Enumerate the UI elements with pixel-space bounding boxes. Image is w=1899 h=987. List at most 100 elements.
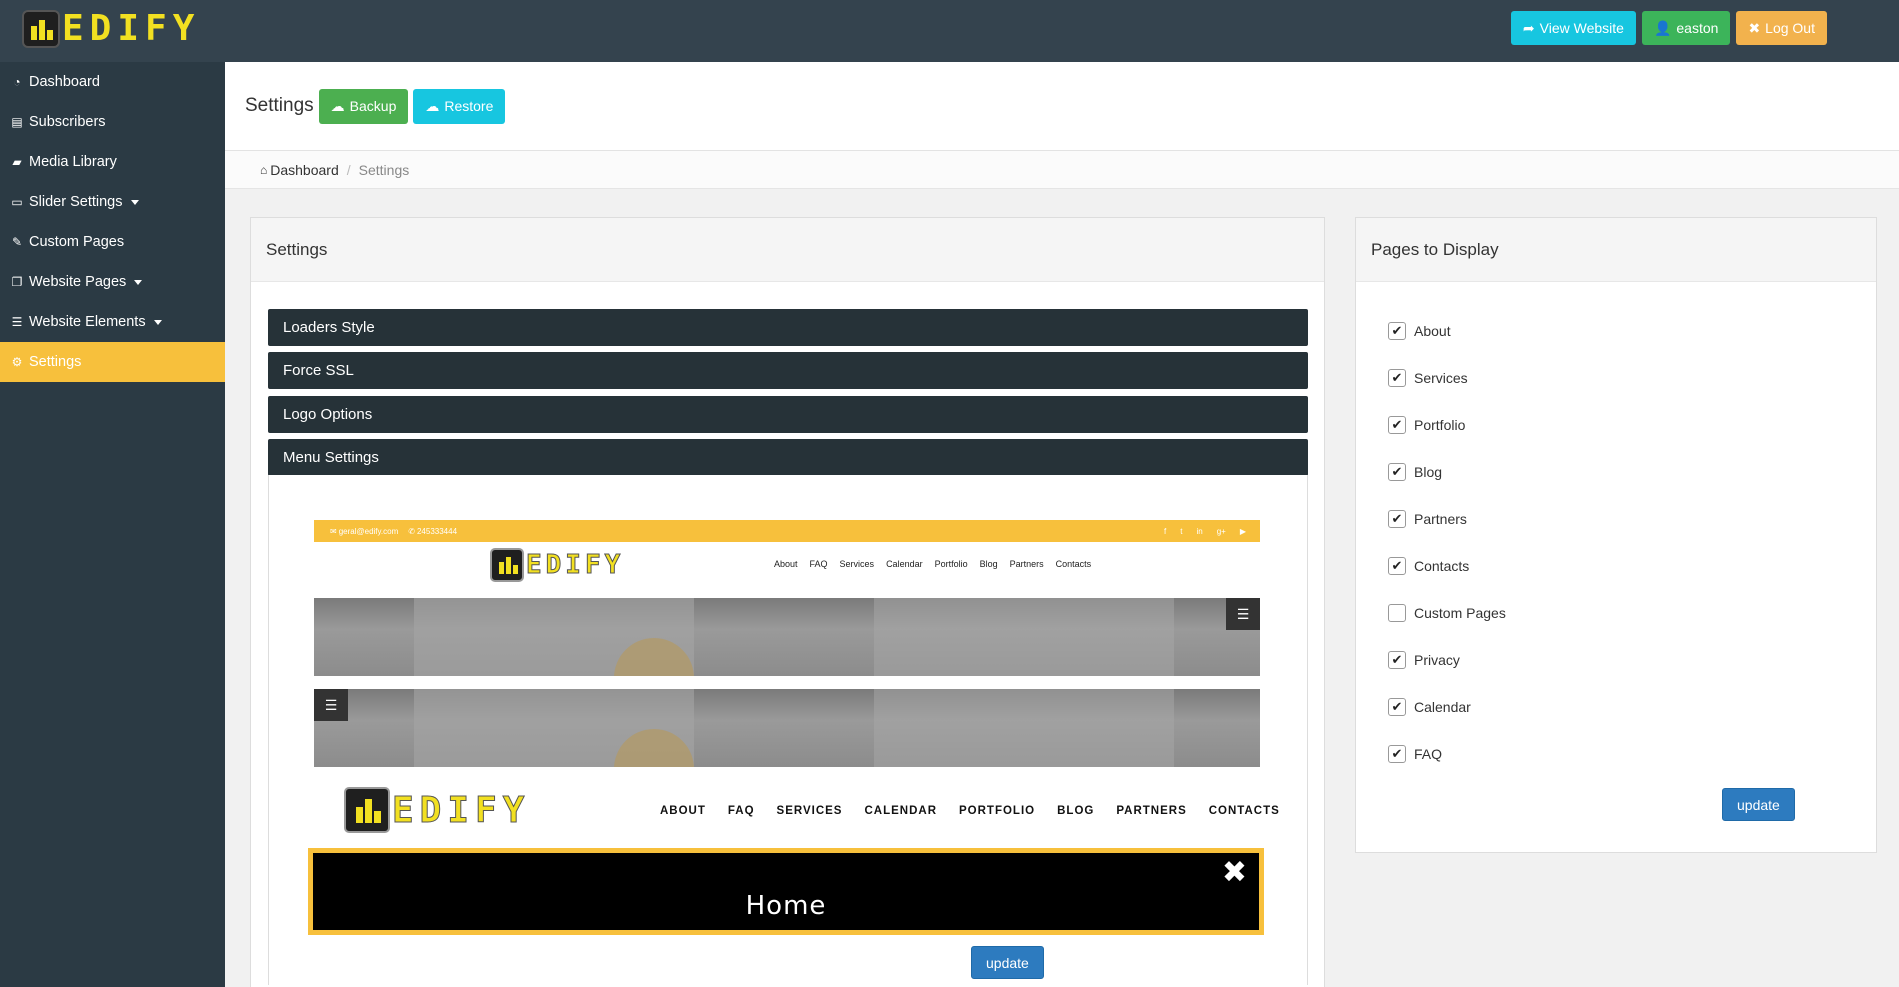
checkbox-label: Blog — [1414, 464, 1443, 480]
menu-settings-update-button[interactable]: update — [971, 946, 1044, 979]
checkbox[interactable]: ✔ — [1388, 416, 1406, 434]
linkedin-icon: in — [1196, 526, 1203, 536]
checkbox-label: Services — [1414, 370, 1468, 386]
checkbox-label: Contacts — [1414, 558, 1470, 574]
preview-nav-item: About — [774, 559, 798, 569]
menu-style-option-4[interactable]: EDIFY ABOUT FAQ SERVICES CALENDAR PORTFO… — [314, 777, 1279, 845]
logo-mark-icon — [490, 548, 524, 582]
preview-nav-item: SERVICES — [776, 805, 843, 817]
page-checkbox-portfolio[interactable]: ✔ Portfolio — [1388, 416, 1465, 434]
checkbox-label: Calendar — [1414, 699, 1471, 715]
sidebar-item-settings[interactable]: ⚙ Settings — [0, 342, 225, 382]
hamburger-menu-icon: ☰ — [1226, 598, 1260, 630]
checkbox[interactable]: ✔ — [1388, 745, 1406, 763]
preview-hero-image — [314, 598, 1260, 676]
breadcrumb-separator: / — [346, 161, 351, 178]
sidebar-item-website-pages[interactable]: ❐ Website Pages — [0, 262, 225, 302]
page-checkbox-about[interactable]: ✔ About — [1388, 322, 1451, 340]
logout-button[interactable]: ✖ Log Out — [1736, 11, 1827, 45]
page-checkbox-partners[interactable]: ✔ Partners — [1388, 510, 1467, 528]
close-icon: ✖ — [1221, 856, 1247, 889]
phone-icon: ✆ — [408, 526, 415, 536]
youtube-icon: ▶ — [1239, 526, 1246, 536]
sidebar-item-media-library[interactable]: ▰ Media Library — [0, 142, 225, 182]
twitter-icon: t — [1180, 526, 1183, 536]
sidebar-item-dashboard[interactable]: ◔ Dashboard — [0, 62, 225, 102]
backup-button[interactable]: ☁ Backup — [318, 88, 409, 124]
pages-panel: Pages to Display ✔ About ✔ Services ✔ Po… — [1355, 217, 1877, 853]
checkbox[interactable]: ✔ — [1388, 557, 1406, 575]
accordion-logo-options[interactable]: Logo Options — [268, 396, 1308, 433]
sidebar-item-slider-settings[interactable]: ▭ Slider Settings — [0, 182, 225, 222]
restore-label: Restore — [444, 98, 494, 114]
sidebar-item-subscribers[interactable]: ▤ Subscribers — [0, 102, 225, 142]
preview-nav-large: ABOUT FAQ SERVICES CALENDAR PORTFOLIO BL… — [660, 805, 1280, 817]
menu-style-option-2[interactable]: ☰ — [314, 598, 1260, 676]
logo-mark-icon — [344, 787, 390, 833]
pages-update-button[interactable]: update — [1722, 788, 1795, 821]
close-icon: ✖ — [1748, 19, 1761, 36]
preview-nav-item: CALENDAR — [864, 805, 938, 817]
view-website-label: View Website — [1539, 20, 1624, 36]
page-checkbox-custom-pages[interactable]: Custom Pages — [1388, 604, 1506, 622]
sidebar: ◔ Dashboard ▤ Subscribers ▰ Media Librar… — [0, 62, 225, 987]
preview-nav-item: BLOG — [1057, 805, 1095, 817]
accordion-menu-settings[interactable]: Menu Settings — [268, 439, 1308, 476]
sidebar-item-label: Slider Settings — [29, 194, 123, 210]
accordion-loaders-style[interactable]: Loaders Style — [268, 309, 1308, 346]
view-website-button[interactable]: ➦ View Website — [1510, 11, 1636, 45]
preview-overlay-home: Home — [745, 891, 827, 921]
settings-panel-title: Settings — [251, 218, 1324, 282]
page-checkbox-contacts[interactable]: ✔ Contacts — [1388, 557, 1469, 575]
sidebar-item-label: Custom Pages — [29, 234, 125, 250]
user-icon: 👤 — [1653, 19, 1672, 36]
page-checkbox-services[interactable]: ✔ Services — [1388, 369, 1468, 387]
preview-nav-item: Blog — [979, 559, 998, 569]
preview-email: geral@edify.com — [338, 526, 399, 536]
preview-nav-item: PARTNERS — [1116, 805, 1187, 817]
page-checkbox-faq[interactable]: ✔ FAQ — [1388, 745, 1442, 763]
preview-logo: EDIFY — [490, 548, 624, 582]
caret-down-icon — [153, 319, 162, 325]
page-checkbox-blog[interactable]: ✔ Blog — [1388, 463, 1442, 481]
breadcrumb-current: Settings — [358, 161, 410, 178]
checkbox[interactable]: ✔ — [1388, 369, 1406, 387]
menu-style-option-3[interactable]: ☰ — [314, 689, 1260, 767]
caret-down-icon — [134, 279, 143, 285]
accordion-force-ssl[interactable]: Force SSL — [268, 352, 1308, 389]
sidebar-item-website-elements[interactable]: ☰ Website Elements — [0, 302, 225, 342]
user-button[interactable]: 👤 easton — [1641, 11, 1731, 45]
sidebar-item-label: Media Library — [29, 154, 117, 170]
checkbox[interactable] — [1388, 604, 1406, 622]
preview-nav-item: FAQ — [809, 559, 828, 569]
brand-logo[interactable]: EDIFY — [22, 10, 200, 48]
checkbox[interactable]: ✔ — [1388, 322, 1406, 340]
sidebar-item-custom-pages[interactable]: ✎ Custom Pages — [0, 222, 225, 262]
page-checkbox-calendar[interactable]: ✔ Calendar — [1388, 698, 1471, 716]
checkbox-label: Portfolio — [1414, 417, 1466, 433]
preview-nav-item: Portfolio — [934, 559, 968, 569]
sidebar-item-label: Settings — [29, 354, 82, 370]
preview-brand-name: EDIFY — [525, 550, 625, 581]
caret-down-icon — [130, 199, 139, 205]
checkbox-label: About — [1414, 323, 1451, 339]
checkbox[interactable]: ✔ — [1388, 463, 1406, 481]
sidebar-item-label: Subscribers — [29, 114, 106, 130]
desktop-icon: ▭ — [11, 195, 23, 209]
checkbox[interactable]: ✔ — [1388, 510, 1406, 528]
preview-nav-item: FAQ — [727, 805, 755, 817]
menu-style-option-5[interactable]: ✖ Home — [308, 848, 1264, 935]
restore-button[interactable]: ☁ Restore — [413, 88, 506, 124]
breadcrumb-home-link[interactable]: Dashboard — [270, 162, 339, 178]
page-title: Settings — [245, 95, 314, 116]
checkbox[interactable]: ✔ — [1388, 651, 1406, 669]
envelope-icon: ✉ — [330, 526, 337, 536]
bars-icon: ☰ — [11, 315, 23, 329]
preview-nav-item: ABOUT — [660, 805, 706, 817]
preview-phone: 245333444 — [416, 526, 458, 536]
checkbox[interactable]: ✔ — [1388, 698, 1406, 716]
page-checkbox-privacy[interactable]: ✔ Privacy — [1388, 651, 1460, 669]
preview-nav-small: About FAQ Services Calendar Portfolio Bl… — [774, 559, 1091, 569]
menu-style-option-1[interactable]: ✉ geral@edify.com ✆ 245333444 f t in g+ … — [314, 520, 1260, 588]
edit-icon: ✎ — [11, 235, 23, 249]
